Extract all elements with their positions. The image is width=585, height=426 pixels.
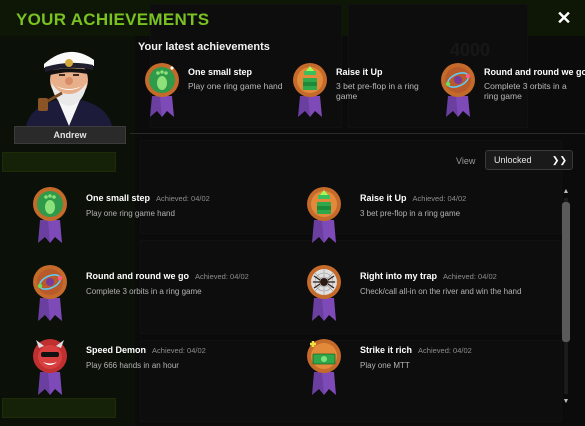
orbit-medal-icon xyxy=(438,62,478,117)
achievement-desc: Check/call all-in on the river and win t… xyxy=(360,287,522,296)
list-item: Round and round we go Achieved: 04/02 Com… xyxy=(30,264,295,330)
chevron-down-icon: ❯❯ xyxy=(551,155,567,165)
divider xyxy=(130,133,585,134)
achievement-desc: Complete 3 orbits in a ring game xyxy=(86,287,202,296)
achievement-name: Round and round we go Achieved: 04/02 xyxy=(86,271,249,281)
view-label: View xyxy=(456,156,476,166)
achievement-date: Achieved: 04/02 xyxy=(152,346,206,355)
list-item: Speed Demon Achieved: 04/02 Play 666 hand… xyxy=(30,338,295,404)
achievement-date: Achieved: 04/02 xyxy=(195,272,249,281)
scroll-up-arrow-icon[interactable]: ▲ xyxy=(561,188,571,196)
achievement-name: Strike it rich Achieved: 04/02 xyxy=(360,345,472,355)
latest-achievement-item: Raise it Up 3 bet pre-flop in a ring gam… xyxy=(290,62,440,117)
achievement-title: Round and round we go xyxy=(86,271,189,281)
latest-achievement-desc: 3 bet pre-flop in a ring game xyxy=(336,81,419,101)
achievements-list: One small step Achieved: 04/02 Play one r… xyxy=(30,186,560,416)
achievement-desc: 3 bet pre-flop in a ring game xyxy=(360,209,461,218)
achievement-date: Achieved: 04/02 xyxy=(418,346,472,355)
achievement-date: Achieved: 04/02 xyxy=(156,194,210,203)
scrollbar[interactable]: ▲ ▼ xyxy=(561,188,571,406)
chip-stack-medal-icon xyxy=(304,186,344,243)
achievement-name: One small step Achieved: 04/02 xyxy=(86,193,210,203)
money-medal-icon xyxy=(304,338,344,395)
page-title: YOUR ACHIEVEMENTS xyxy=(16,10,210,29)
list-item: Right into my trap Achieved: 04/02 Check/… xyxy=(304,264,569,330)
footprint-medal-icon xyxy=(142,62,182,117)
latest-achievement-item: Round and round we go Complete 3 orbits … xyxy=(438,62,585,117)
list-item: Strike it rich Achieved: 04/02 Play one M… xyxy=(304,338,569,404)
latest-achievement-name: Raise it Up xyxy=(336,67,383,77)
view-selected-value: Unlocked xyxy=(494,155,532,165)
achievement-date: Achieved: 04/02 xyxy=(443,272,497,281)
captain-avatar-icon xyxy=(26,51,112,126)
list-item: Raise it Up Achieved: 04/02 3 bet pre-flo… xyxy=(304,186,569,252)
achievement-desc: Play one MTT xyxy=(360,361,410,370)
achievement-title: Strike it rich xyxy=(360,345,413,355)
achievement-name: Speed Demon Achieved: 04/02 xyxy=(86,345,206,355)
latest-achievements-title: Your latest achievements xyxy=(138,41,270,53)
scroll-down-arrow-icon[interactable]: ▼ xyxy=(561,398,571,406)
achievement-title: Raise it Up xyxy=(360,193,407,203)
spider-medal-icon xyxy=(304,264,344,321)
user-name: Andrew xyxy=(14,126,126,144)
achievement-date: Achieved: 04/02 xyxy=(412,194,467,203)
latest-achievement-desc: Complete 3 orbits in a ring game xyxy=(484,81,567,101)
latest-achievement-name: Round and round we go xyxy=(484,67,585,77)
scroll-thumb[interactable] xyxy=(562,202,570,342)
view-filter-select[interactable]: Unlocked ❯❯ xyxy=(485,150,573,170)
footprint-medal-icon xyxy=(30,186,70,243)
achievement-name: Raise it Up Achieved: 04/02 xyxy=(360,193,466,203)
achievement-desc: Play 666 hands in an hour xyxy=(86,361,179,370)
achievement-desc: Play one ring game hand xyxy=(86,209,175,218)
achievement-name: Right into my trap Achieved: 04/02 xyxy=(360,271,497,281)
latest-achievement-desc: Play one ring game hand xyxy=(188,81,283,91)
latest-achievement-name: One small step xyxy=(188,67,253,77)
achievement-title: Right into my trap xyxy=(360,271,437,281)
achievement-title: One small step xyxy=(86,193,151,203)
demon-medal-icon xyxy=(30,338,70,395)
latest-achievement-item: One small step Play one ring game hand xyxy=(142,62,292,117)
achievement-title: Speed Demon xyxy=(86,345,147,355)
chip-stack-medal-icon xyxy=(290,62,330,117)
avatar xyxy=(18,36,120,126)
close-button[interactable]: ✕ xyxy=(555,9,573,27)
orbit-medal-icon xyxy=(30,264,70,321)
list-item: One small step Achieved: 04/02 Play one r… xyxy=(30,186,295,252)
